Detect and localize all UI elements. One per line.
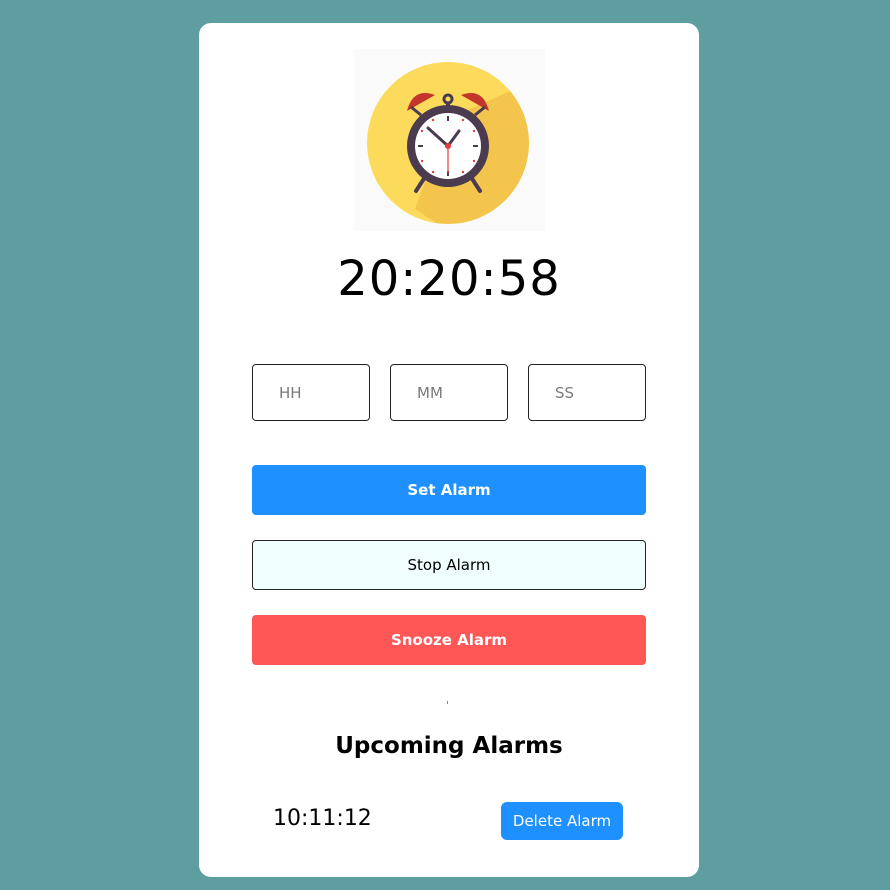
upcoming-alarms-heading: Upcoming Alarms (335, 733, 563, 759)
alarm-time-inputs (252, 364, 646, 421)
stop-alarm-button[interactable]: Stop Alarm (252, 540, 646, 590)
delete-alarm-button[interactable]: Delete Alarm (501, 802, 623, 840)
upcoming-alarm-time: 10:11:12 (273, 806, 372, 831)
hours-input[interactable] (252, 364, 370, 421)
current-time-display: 20:20:58 (337, 251, 561, 307)
seconds-input[interactable] (528, 364, 646, 421)
upcoming-alarm-item: 10:11:12 Delete Alarm (273, 802, 625, 842)
alarm-card: 20:20:58 Set Alarm Stop Alarm Snooze Ala… (199, 23, 699, 877)
alarm-clock-icon (355, 49, 545, 231)
set-alarm-button[interactable]: Set Alarm (252, 465, 646, 515)
snooze-alarm-button[interactable]: Snooze Alarm (252, 615, 646, 665)
divider-mark (447, 701, 448, 704)
minutes-input[interactable] (390, 364, 508, 421)
